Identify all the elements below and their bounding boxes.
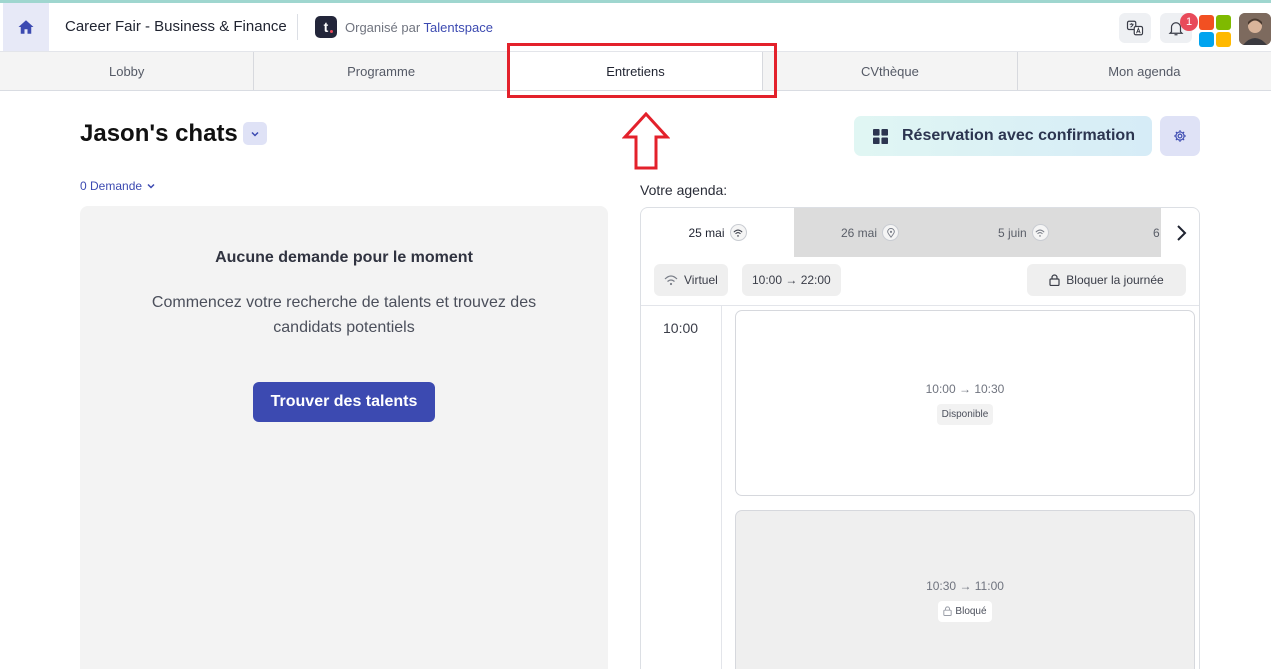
date-label: 6: [1153, 225, 1160, 240]
date-label: 26 mai: [841, 225, 878, 240]
organizer-logo-letter: t: [323, 19, 329, 35]
mode-chip[interactable]: Virtuel: [654, 264, 728, 296]
tab-mon-agenda[interactable]: Mon agenda: [1016, 52, 1271, 90]
tab-lobby[interactable]: Lobby: [0, 52, 253, 90]
tab-cvtheque[interactable]: CVthèque: [762, 52, 1016, 90]
find-talents-button[interactable]: Trouver des talents: [253, 382, 435, 422]
microsoft-logo[interactable]: [1199, 15, 1231, 47]
block-day-label: Bloquer la journée: [1066, 273, 1164, 287]
chevron-down-icon: [251, 131, 259, 137]
lock-icon: [1049, 274, 1060, 286]
reservation-mode-label: Réservation avec confirmation: [902, 127, 1135, 144]
organizer-logo-dot: [330, 30, 333, 33]
slot-status-label: Bloqué: [955, 605, 987, 617]
highlight-annotation-box: [507, 43, 777, 98]
tab-programme[interactable]: Programme: [253, 52, 507, 90]
slot-time: 10:30 → 11:00: [926, 578, 1004, 593]
agenda-options-row: Virtuel 10:00 → 22:00 Bloquer la journée: [641, 257, 1199, 306]
chevron-down-icon: [147, 183, 155, 189]
translate-button[interactable]: [1119, 13, 1151, 43]
next-dates-button[interactable]: [1161, 208, 1199, 257]
organizer-logo: t: [315, 16, 337, 38]
agenda-label: Votre agenda:: [640, 182, 728, 198]
logo-square-blue: [1199, 32, 1214, 47]
date-tab-5-juin[interactable]: 5 juin: [998, 208, 1049, 257]
demande-filter[interactable]: 0 Demande: [80, 179, 156, 193]
mode-chip-label: Virtuel: [684, 273, 718, 287]
header-divider: [297, 14, 298, 40]
event-title: Career Fair - Business & Finance: [65, 18, 287, 35]
reservation-mode-button[interactable]: Réservation avec confirmation: [854, 116, 1152, 156]
organizer-name-link[interactable]: Talentspace: [424, 20, 493, 35]
home-icon: [18, 20, 34, 34]
time-column-divider: [721, 306, 722, 669]
lock-icon: [943, 606, 953, 616]
logo-square-red: [1199, 15, 1214, 30]
wifi-icon: [1031, 224, 1049, 241]
location-icon: [882, 224, 900, 241]
chats-dropdown-button[interactable]: [243, 122, 267, 145]
slot-status-badge: Bloqué: [938, 600, 992, 622]
agenda-calendar: 25 mai 26 mai 5 juin 6 Virtuel 10:00 → 2…: [640, 207, 1200, 669]
avatar-photo: [1239, 13, 1271, 45]
slot-status-badge: Disponible: [936, 403, 994, 425]
organized-by-label: Organisé par: [345, 20, 421, 35]
empty-state-title: Aucune demande pour le moment: [215, 249, 473, 266]
gear-icon: [1174, 130, 1186, 142]
logo-square-green: [1216, 15, 1231, 30]
date-tab-26-mai[interactable]: 26 mai: [841, 208, 900, 257]
hours-chip[interactable]: 10:00 → 22:00: [742, 264, 841, 296]
block-day-button[interactable]: Bloquer la journée: [1027, 264, 1186, 296]
page-title: Jason's chats: [80, 120, 238, 147]
date-selector: 25 mai 26 mai 5 juin 6: [641, 208, 1199, 257]
demande-count-label: 0 Demande: [80, 179, 143, 193]
date-tab-partial[interactable]: 6: [1153, 208, 1160, 257]
slot-available[interactable]: 10:00 → 10:30 Disponible: [735, 310, 1195, 496]
organizer-info: Organisé par Talentspace: [345, 20, 493, 35]
slot-blocked[interactable]: 10:30 → 11:00 Bloqué: [735, 510, 1195, 669]
translate-icon: [1126, 20, 1144, 36]
home-button[interactable]: [3, 3, 49, 51]
logo-square-yellow: [1216, 32, 1231, 47]
settings-button[interactable]: [1160, 116, 1200, 156]
empty-state-description: Commencez votre recherche de talents et …: [151, 294, 537, 336]
notification-badge: 1: [1180, 13, 1198, 31]
user-avatar[interactable]: [1239, 13, 1271, 45]
arrow-up-annotation-icon: [622, 112, 670, 170]
date-label: 5 juin: [998, 225, 1027, 240]
date-tab-25-mai[interactable]: 25 mai: [641, 208, 794, 257]
date-label: 25 mai: [688, 225, 725, 240]
time-label: 10:00: [663, 320, 699, 336]
slot-time: 10:00 → 10:30: [925, 381, 1005, 396]
requests-empty-state: Aucune demande pour le moment Commencez …: [80, 206, 608, 669]
chevron-right-icon: [1177, 224, 1187, 241]
wifi-icon: [729, 224, 747, 241]
wifi-icon: [664, 275, 678, 286]
grid-icon: [873, 128, 888, 144]
